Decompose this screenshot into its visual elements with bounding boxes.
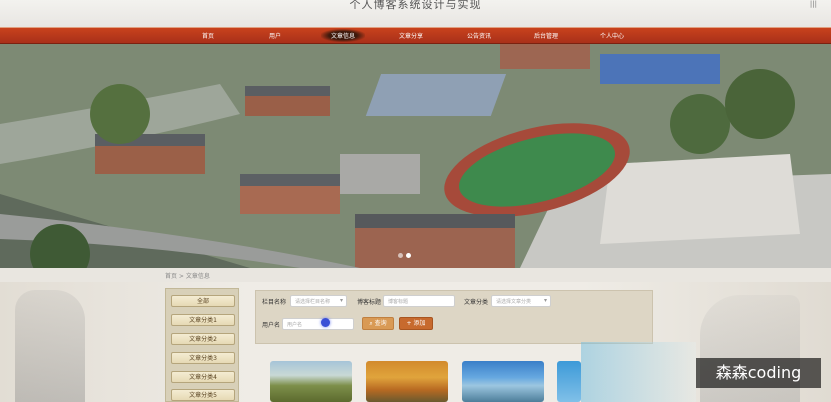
top-header: 个人博客系统设计与实现 ||| [0,0,831,27]
carousel-dot-1[interactable] [398,253,403,258]
carousel-dot-2[interactable] [406,253,411,258]
username-input[interactable]: 用户名 [282,318,354,330]
category-all[interactable]: 全部 [171,295,235,307]
blurred-overlay [581,342,696,402]
banner-image [0,44,831,268]
category-4[interactable]: 文章分类4 [171,371,235,383]
category-2[interactable]: 文章分类2 [171,333,235,345]
category-3[interactable]: 文章分类3 [171,352,235,364]
article-card-1[interactable] [270,361,352,402]
nav-home[interactable]: 首页 [178,31,238,40]
mouse-cursor [321,318,330,327]
column-select[interactable]: 请选择栏目名称 [290,295,347,307]
nav-articles[interactable]: 文章信息 [313,29,373,42]
category-select[interactable]: 请选择文章分类 [491,295,551,307]
column-label: 栏目名称 [262,299,287,306]
article-card-4[interactable] [557,361,581,402]
username-label: 用户名 [262,322,281,329]
category-1[interactable]: 文章分类1 [171,314,235,326]
article-card-2[interactable] [366,361,448,402]
add-label: 添加 [413,320,426,327]
nav-admin[interactable]: 后台管理 [516,31,576,40]
article-card-3[interactable] [462,361,544,402]
ink-painting-decoration [15,290,85,402]
nav-article-share[interactable]: 文章分享 [381,31,441,40]
category-label: 文章分类 [464,299,489,306]
title-label: 博客标题 [357,299,382,306]
banner-carousel[interactable] [0,44,831,268]
add-button[interactable]: + 添加 [399,317,433,330]
category-5[interactable]: 文章分类5 [171,389,235,401]
site-title: 个人博客系统设计与实现 [349,0,482,11]
category-sidebar: 全部 文章分类1 文章分类2 文章分类3 文章分类4 文章分类5 [165,288,239,402]
watermark: 森森coding [696,358,821,388]
nav-users[interactable]: 用户 [245,31,305,40]
nav-profile[interactable]: 个人中心 [582,31,642,40]
top-links[interactable]: ||| [810,0,817,8]
search-button[interactable]: ⌕ 查询 [362,317,394,330]
search-label: 查询 [374,320,387,327]
breadcrumb: 首页 > 文章信息 [165,273,210,280]
search-icon: ⌕ [369,320,373,327]
nav-announcements[interactable]: 公告资讯 [449,31,509,40]
add-icon: + [406,320,412,327]
title-input[interactable]: 博客标题 [383,295,455,307]
main-nav: 首页 用户 文章信息 文章分享 公告资讯 后台管理 个人中心 [0,27,831,44]
